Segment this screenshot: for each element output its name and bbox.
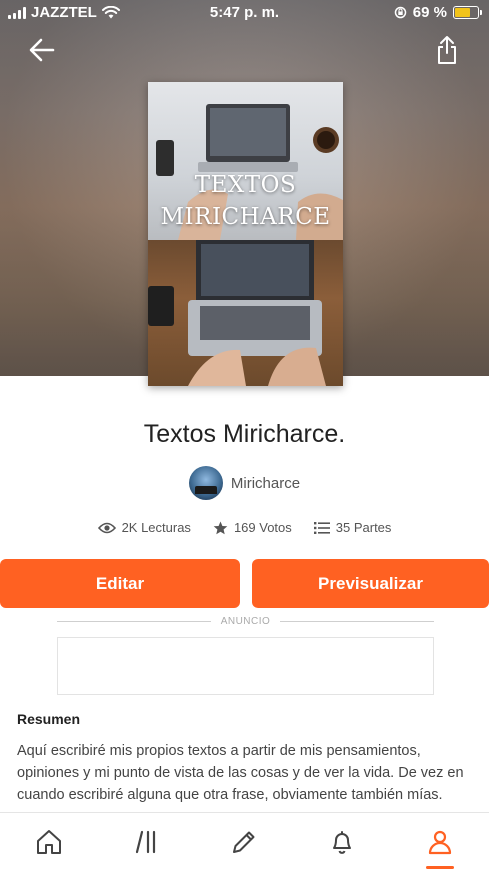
status-right: 69 % — [394, 4, 482, 21]
author-row[interactable]: Miricharce — [0, 466, 489, 500]
battery-icon — [453, 6, 482, 19]
list-icon — [313, 521, 330, 534]
ad-label-text: ANUNCIO — [220, 616, 271, 627]
summary-text: Aquí escribiré mis propios textos a part… — [17, 743, 464, 803]
tab-write[interactable] — [224, 827, 264, 857]
back-button[interactable] — [24, 32, 60, 68]
ad-label: ANUNCIO — [57, 616, 434, 627]
author-name[interactable]: Miricharce — [231, 475, 300, 492]
share-button[interactable] — [429, 32, 465, 68]
cover-title-line2: MIRICHARCE — [160, 204, 331, 230]
tab-profile[interactable] — [420, 827, 460, 869]
edit-button[interactable]: Editar — [0, 559, 240, 608]
share-icon — [438, 36, 456, 64]
status-bar: JAZZTEL 5:47 p. m. 69 % — [0, 0, 489, 26]
avatar[interactable] — [188, 466, 223, 500]
votes-count: 169 Votos — [233, 520, 292, 535]
parts-count: 35 Partes — [335, 520, 392, 535]
battery-fill — [455, 8, 471, 17]
library-icon — [135, 830, 155, 854]
battery-percent: 69 % — [412, 4, 447, 21]
bottom-tab-bar — [0, 812, 489, 870]
cover-title-line1: TEXTOS — [194, 172, 297, 198]
ad-slot[interactable] — [57, 637, 434, 695]
summary-heading: Resumen — [17, 711, 81, 727]
tab-notifications[interactable] — [322, 827, 362, 857]
arrow-left-icon — [29, 38, 55, 62]
star-icon — [213, 521, 228, 534]
book-title: Textos Miricharce. — [143, 420, 346, 448]
eye-icon — [97, 522, 116, 533]
bell-icon — [333, 831, 352, 854]
divider — [57, 621, 211, 622]
orientation-lock-icon — [394, 6, 407, 19]
votes-stat: 169 Votos — [213, 520, 292, 535]
book-cover[interactable]: TEXTOS MIRICHARCE — [148, 82, 343, 386]
home-icon — [36, 830, 61, 854]
cover-photo-bottom — [148, 240, 343, 386]
divider — [280, 621, 434, 622]
preview-button[interactable]: Previsualizar — [252, 559, 489, 608]
parts-stat: 35 Partes — [313, 520, 392, 535]
tab-library[interactable] — [127, 827, 167, 857]
pencil-icon — [233, 831, 255, 853]
profile-icon — [428, 830, 452, 855]
reads-stat: 2K Lecturas — [97, 520, 191, 535]
story-stats: 2K Lecturas 169 Votos 35 Partes — [0, 520, 489, 535]
reads-count: 2K Lecturas — [121, 520, 191, 535]
tab-home[interactable] — [29, 827, 69, 857]
